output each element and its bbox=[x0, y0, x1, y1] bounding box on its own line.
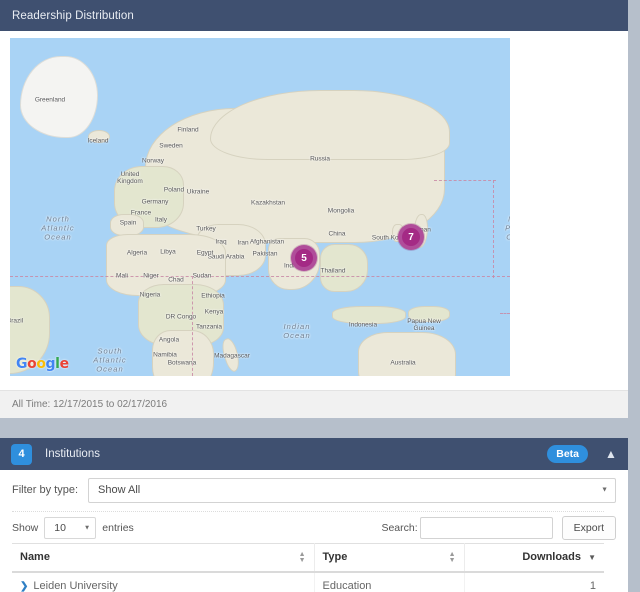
chevron-down-icon: ▼ bbox=[601, 486, 608, 494]
table-controls: Show 10 ▼ entries Search: Export bbox=[0, 513, 628, 543]
filter-type-selected-value: Show All bbox=[98, 484, 141, 496]
column-header-name-label: Name bbox=[20, 551, 50, 563]
column-header-downloads[interactable]: Downloads ▼ bbox=[464, 543, 604, 573]
equator-line bbox=[10, 276, 510, 277]
search-group: Search: Export bbox=[381, 516, 628, 540]
cell-name: ❯ Leiden University bbox=[12, 572, 315, 592]
map-canvas[interactable]: Greenland Iceland Finland Sweden Norway Unite… bbox=[10, 38, 510, 376]
table-head: Name ▲ ▼ Type ▲ ▼ Downloads ▼ bbox=[12, 543, 604, 573]
timeframe-bar: All Time: 12/17/2015 to 02/17/2016 bbox=[0, 390, 628, 418]
column-header-type[interactable]: Type ▲ ▼ bbox=[314, 543, 465, 573]
entries-label: entries bbox=[102, 522, 134, 534]
institutions-panel-header[interactable]: 4 Institutions Beta ▲ bbox=[0, 438, 628, 470]
scrollbar-thumb[interactable] bbox=[628, 0, 640, 592]
border-pacific-north bbox=[434, 180, 496, 181]
date-line-vertical bbox=[192, 276, 193, 376]
column-header-type-label: Type bbox=[322, 551, 348, 563]
google-logo: Google bbox=[16, 356, 69, 372]
panel-header: Readership Distribution bbox=[0, 0, 628, 31]
section-gap-band bbox=[0, 418, 628, 438]
beta-badge: Beta bbox=[547, 445, 588, 463]
filter-type-select[interactable]: Show All ▼ bbox=[88, 477, 616, 503]
page-length-value: 10 bbox=[54, 522, 66, 534]
landmass-southeast-asia bbox=[320, 244, 368, 292]
institutions-header-right: Beta ▲ bbox=[547, 445, 628, 463]
sort-icon: ▲ ▼ bbox=[448, 550, 456, 564]
border-pacific-vertical bbox=[493, 180, 494, 278]
sort-icon: ▲ ▼ bbox=[298, 550, 306, 564]
page-length-group: Show 10 ▼ entries bbox=[12, 517, 134, 539]
institutions-count-badge: 4 bbox=[11, 443, 32, 465]
landmass-iberia bbox=[110, 214, 144, 236]
page-length-select[interactable]: 10 ▼ bbox=[44, 517, 97, 539]
table-body: ❯ Leiden University Education 1 bbox=[12, 572, 604, 592]
landmass-australia bbox=[358, 332, 456, 376]
map-cluster-marker[interactable]: 7 bbox=[398, 224, 424, 250]
timeframe-label: All Time: 12/17/2015 to 02/17/2016 bbox=[12, 399, 168, 410]
chevron-down-icon: ▼ bbox=[83, 524, 91, 532]
sort-desc-icon: ▼ bbox=[588, 553, 596, 562]
landmass-iceland bbox=[88, 130, 110, 143]
column-header-name[interactable]: Name ▲ ▼ bbox=[12, 543, 315, 573]
border-nz-line bbox=[500, 313, 510, 314]
cell-type: Education bbox=[314, 572, 465, 592]
page-title: Readership Distribution bbox=[12, 9, 134, 22]
export-button[interactable]: Export bbox=[561, 516, 616, 540]
map-cluster-marker[interactable]: 5 bbox=[291, 245, 317, 271]
chevron-up-icon[interactable]: ▲ bbox=[604, 448, 618, 460]
search-label: Search: bbox=[381, 522, 418, 534]
institution-name: Leiden University bbox=[33, 580, 118, 592]
landmass-southern-africa bbox=[152, 330, 214, 376]
chevron-right-icon[interactable]: ❯ bbox=[20, 581, 28, 592]
filter-row: Filter by type: Show All ▼ bbox=[0, 470, 628, 510]
readership-distribution-page: Readership Distribution Greenland Icelan… bbox=[0, 0, 640, 592]
vertical-scrollbar[interactable] bbox=[628, 0, 640, 592]
institutions-title: Institutions bbox=[45, 448, 100, 460]
column-header-downloads-label: Downloads bbox=[522, 551, 582, 563]
readership-map[interactable]: Greenland Iceland Finland Sweden Norway Unite… bbox=[10, 38, 510, 376]
cell-downloads: 1 bbox=[464, 572, 604, 592]
table-row[interactable]: ❯ Leiden University Education 1 bbox=[12, 572, 604, 592]
search-input[interactable] bbox=[419, 517, 553, 539]
divider bbox=[12, 511, 604, 512]
landmass-png bbox=[408, 306, 450, 322]
show-label: Show bbox=[12, 522, 39, 534]
filter-by-type-label: Filter by type: bbox=[12, 484, 79, 496]
landmass-indonesia bbox=[332, 306, 406, 324]
table-header-row: Name ▲ ▼ Type ▲ ▼ Downloads ▼ bbox=[12, 543, 604, 573]
institutions-table: Name ▲ ▼ Type ▲ ▼ Downloads ▼ ❯ Leiden Univ… bbox=[12, 543, 604, 592]
